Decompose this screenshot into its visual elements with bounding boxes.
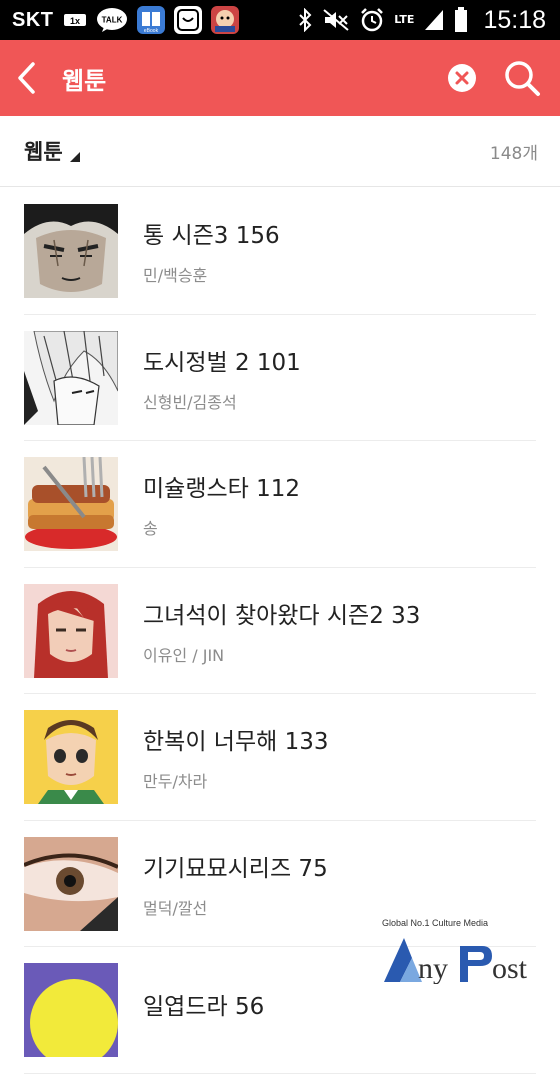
list-item[interactable]: 도시정벌 2 101 신형빈/김종석 <box>0 315 560 442</box>
status-bar: SKT 1x TALK eBook LTE 15:18 <box>0 0 560 40</box>
clear-icon <box>448 64 476 92</box>
thumbnail-image <box>24 457 118 552</box>
item-author: 만두/차라 <box>143 772 208 792</box>
watermark-logo: Global No.1 Culture Media ny ost <box>382 918 552 988</box>
kakaotalk-icon: TALK <box>96 7 128 33</box>
result-count: 148개 <box>489 143 538 164</box>
svg-text:TALK: TALK <box>101 16 122 25</box>
item-author: 민/백승훈 <box>143 266 208 286</box>
status-right: LTE 15:18 <box>297 6 546 35</box>
carrier-label: SKT <box>12 8 54 31</box>
item-title: 기기묘묘시리즈 75 <box>143 855 328 882</box>
list-item[interactable]: 통 시즌3 156 민/백승훈 <box>0 188 560 315</box>
category-label: 웹툰 <box>24 140 63 164</box>
svg-text:ost: ost <box>492 952 528 984</box>
alarm-icon <box>359 7 385 33</box>
svg-text:1x: 1x <box>69 16 79 26</box>
item-title: 일엽드라 56 <box>143 994 265 1021</box>
category-dropdown[interactable]: 웹툰 <box>24 136 81 166</box>
thumbnail-image <box>24 963 118 1058</box>
list-item[interactable]: 한복이 너무해 133 만두/차라 <box>0 694 560 821</box>
thumbnail-image <box>24 836 118 931</box>
signal-icon <box>423 8 445 32</box>
watermark-tagline: Global No.1 Culture Media <box>382 918 489 928</box>
item-title: 도시정벌 2 101 <box>143 349 301 376</box>
status-left: SKT 1x TALK eBook <box>12 6 239 34</box>
1x-icon: 1x <box>63 11 87 29</box>
battery-icon <box>454 7 468 33</box>
item-author: 송 <box>143 519 158 539</box>
item-title: 한복이 너무해 133 <box>143 729 329 756</box>
item-title: 통 시즌3 156 <box>143 223 280 250</box>
item-title: 그녀석이 찾아왔다 시즌2 33 <box>143 602 421 629</box>
svg-text:ny: ny <box>418 952 448 984</box>
dropdown-triangle-icon <box>69 152 80 162</box>
item-title: 미슐랭스타 112 <box>143 476 301 503</box>
list-item[interactable]: 그녀석이 찾아왔다 시즌2 33 이유인 / JIN <box>0 568 560 695</box>
app-icon <box>173 6 202 34</box>
game-icon <box>210 6 239 34</box>
thumbnail-image <box>24 204 118 299</box>
header-title: 웹툰 <box>62 66 107 95</box>
svg-text:eBook: eBook <box>143 28 158 34</box>
back-arrow-icon <box>18 62 35 94</box>
back-button[interactable] <box>4 40 48 116</box>
filter-row: 웹툰 148개 <box>0 116 560 187</box>
bluetooth-icon <box>297 8 313 32</box>
list-item[interactable]: 미슐랭스타 112 송 <box>0 441 560 568</box>
mute-icon <box>322 8 350 32</box>
thumbnail-image <box>24 330 118 425</box>
search-icon <box>505 61 540 96</box>
search-button[interactable] <box>498 40 546 116</box>
clear-button[interactable] <box>438 40 486 116</box>
ebook-icon: eBook <box>136 6 165 34</box>
app-header: 웹툰 <box>0 40 560 116</box>
network-type: LTE <box>394 13 415 26</box>
item-author: 신형빈/김종석 <box>143 392 237 412</box>
item-author: 이유인 / JIN <box>143 645 225 665</box>
anypost-logo: ny ost <box>384 938 528 985</box>
thumbnail-image <box>24 710 118 805</box>
clock: 15:18 <box>483 5 546 34</box>
thumbnail-image <box>24 583 118 678</box>
item-author: 멀덕/깔선 <box>143 898 208 918</box>
